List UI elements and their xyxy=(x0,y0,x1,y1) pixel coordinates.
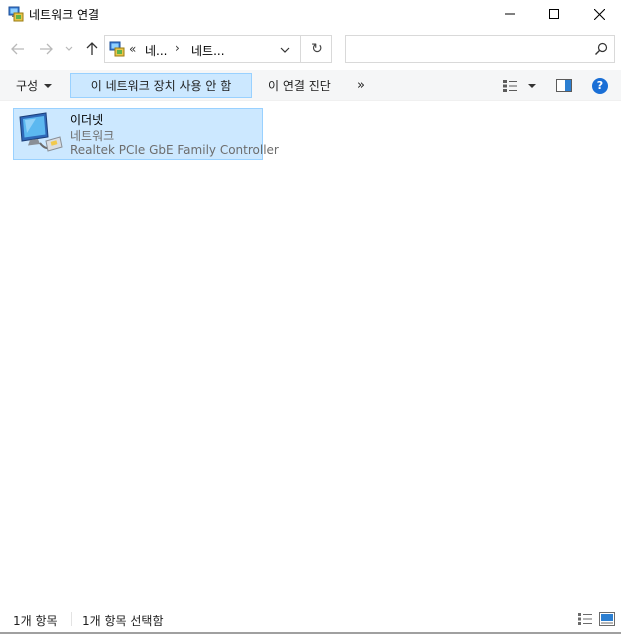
network-connections-icon xyxy=(8,6,24,22)
title-bar: 네트워크 연결 xyxy=(0,0,621,28)
minimize-icon xyxy=(505,13,515,15)
file-list[interactable]: 이더넷 네트워크 Realtek PCIe GbE Family Control… xyxy=(0,102,621,604)
more-commands-label: » xyxy=(357,78,365,93)
details-view-icon xyxy=(503,79,517,92)
breadcrumb-separator[interactable]: › xyxy=(175,41,180,55)
selection-count: 1개 항목 선택함 xyxy=(82,614,164,628)
recent-locations-button[interactable] xyxy=(62,39,76,59)
preview-pane-icon xyxy=(556,79,572,92)
close-button[interactable] xyxy=(576,0,621,28)
diagnose-connection-button[interactable]: 이 연결 진단 xyxy=(260,73,339,98)
arrow-left-icon xyxy=(11,43,24,55)
refresh-icon: ↻ xyxy=(311,41,323,57)
command-bar: 구성 이 네트워크 장치 사용 안 함 이 연결 진단 » ? xyxy=(0,70,621,101)
network-adapter-icon xyxy=(19,112,63,152)
disable-device-label: 이 네트워크 장치 사용 안 함 xyxy=(90,79,232,93)
maximize-icon xyxy=(549,9,559,19)
breadcrumb-item[interactable]: 네... xyxy=(145,42,167,59)
organize-label: 구성 xyxy=(16,79,39,93)
large-icons-view-icon[interactable] xyxy=(599,612,615,626)
minimize-button[interactable] xyxy=(487,0,533,28)
forward-button[interactable] xyxy=(36,39,56,59)
dropdown-arrow-icon xyxy=(528,83,536,88)
window-title: 네트워크 연결 xyxy=(29,8,100,22)
organize-button[interactable]: 구성 xyxy=(8,73,60,98)
chevron-down-icon xyxy=(280,47,290,53)
details-view-icon[interactable] xyxy=(577,612,593,626)
breadcrumb-item[interactable]: 네트... xyxy=(191,42,225,59)
network-connections-icon xyxy=(109,41,125,57)
address-dropdown-button[interactable] xyxy=(277,42,293,58)
change-view-button[interactable] xyxy=(494,73,544,98)
search-input[interactable] xyxy=(345,35,615,63)
diagnose-label: 이 연결 진단 xyxy=(268,79,331,93)
preview-pane-button[interactable] xyxy=(548,73,580,98)
item-device: Realtek PCIe GbE Family Controller xyxy=(70,143,279,157)
status-bar: 1개 항목 1개 항목 선택함 xyxy=(0,606,621,632)
more-commands-button[interactable]: » xyxy=(349,73,373,98)
list-item[interactable]: 이더넷 네트워크 Realtek PCIe GbE Family Control… xyxy=(13,108,279,160)
address-divider xyxy=(300,36,301,62)
item-type: 네트워크 xyxy=(70,129,115,143)
help-icon: ? xyxy=(592,77,608,94)
address-overflow[interactable]: « xyxy=(129,42,136,56)
item-name: 이더넷 xyxy=(70,113,104,127)
refresh-button[interactable]: ↻ xyxy=(307,40,327,58)
help-button[interactable]: ? xyxy=(584,73,616,98)
status-divider xyxy=(71,612,72,626)
maximize-button[interactable] xyxy=(531,0,577,28)
up-button[interactable] xyxy=(82,39,102,59)
close-icon xyxy=(593,8,605,20)
dropdown-arrow-icon xyxy=(44,83,53,88)
search-icon xyxy=(595,42,608,55)
address-bar[interactable]: « 네... › 네트... ↻ xyxy=(104,35,332,63)
disable-device-button[interactable]: 이 네트워크 장치 사용 안 함 xyxy=(70,73,252,98)
explorer-window: 네트워크 연결 « 네... › 네트... ↻ 구성 이 네트워크 장치 사용… xyxy=(0,0,621,634)
back-button[interactable] xyxy=(8,39,28,59)
navigation-bar: « 네... › 네트... ↻ xyxy=(0,33,621,65)
arrow-right-icon xyxy=(40,43,53,55)
chevron-down-icon xyxy=(65,46,73,51)
item-count: 1개 항목 xyxy=(13,614,58,628)
arrow-up-icon xyxy=(86,42,98,55)
